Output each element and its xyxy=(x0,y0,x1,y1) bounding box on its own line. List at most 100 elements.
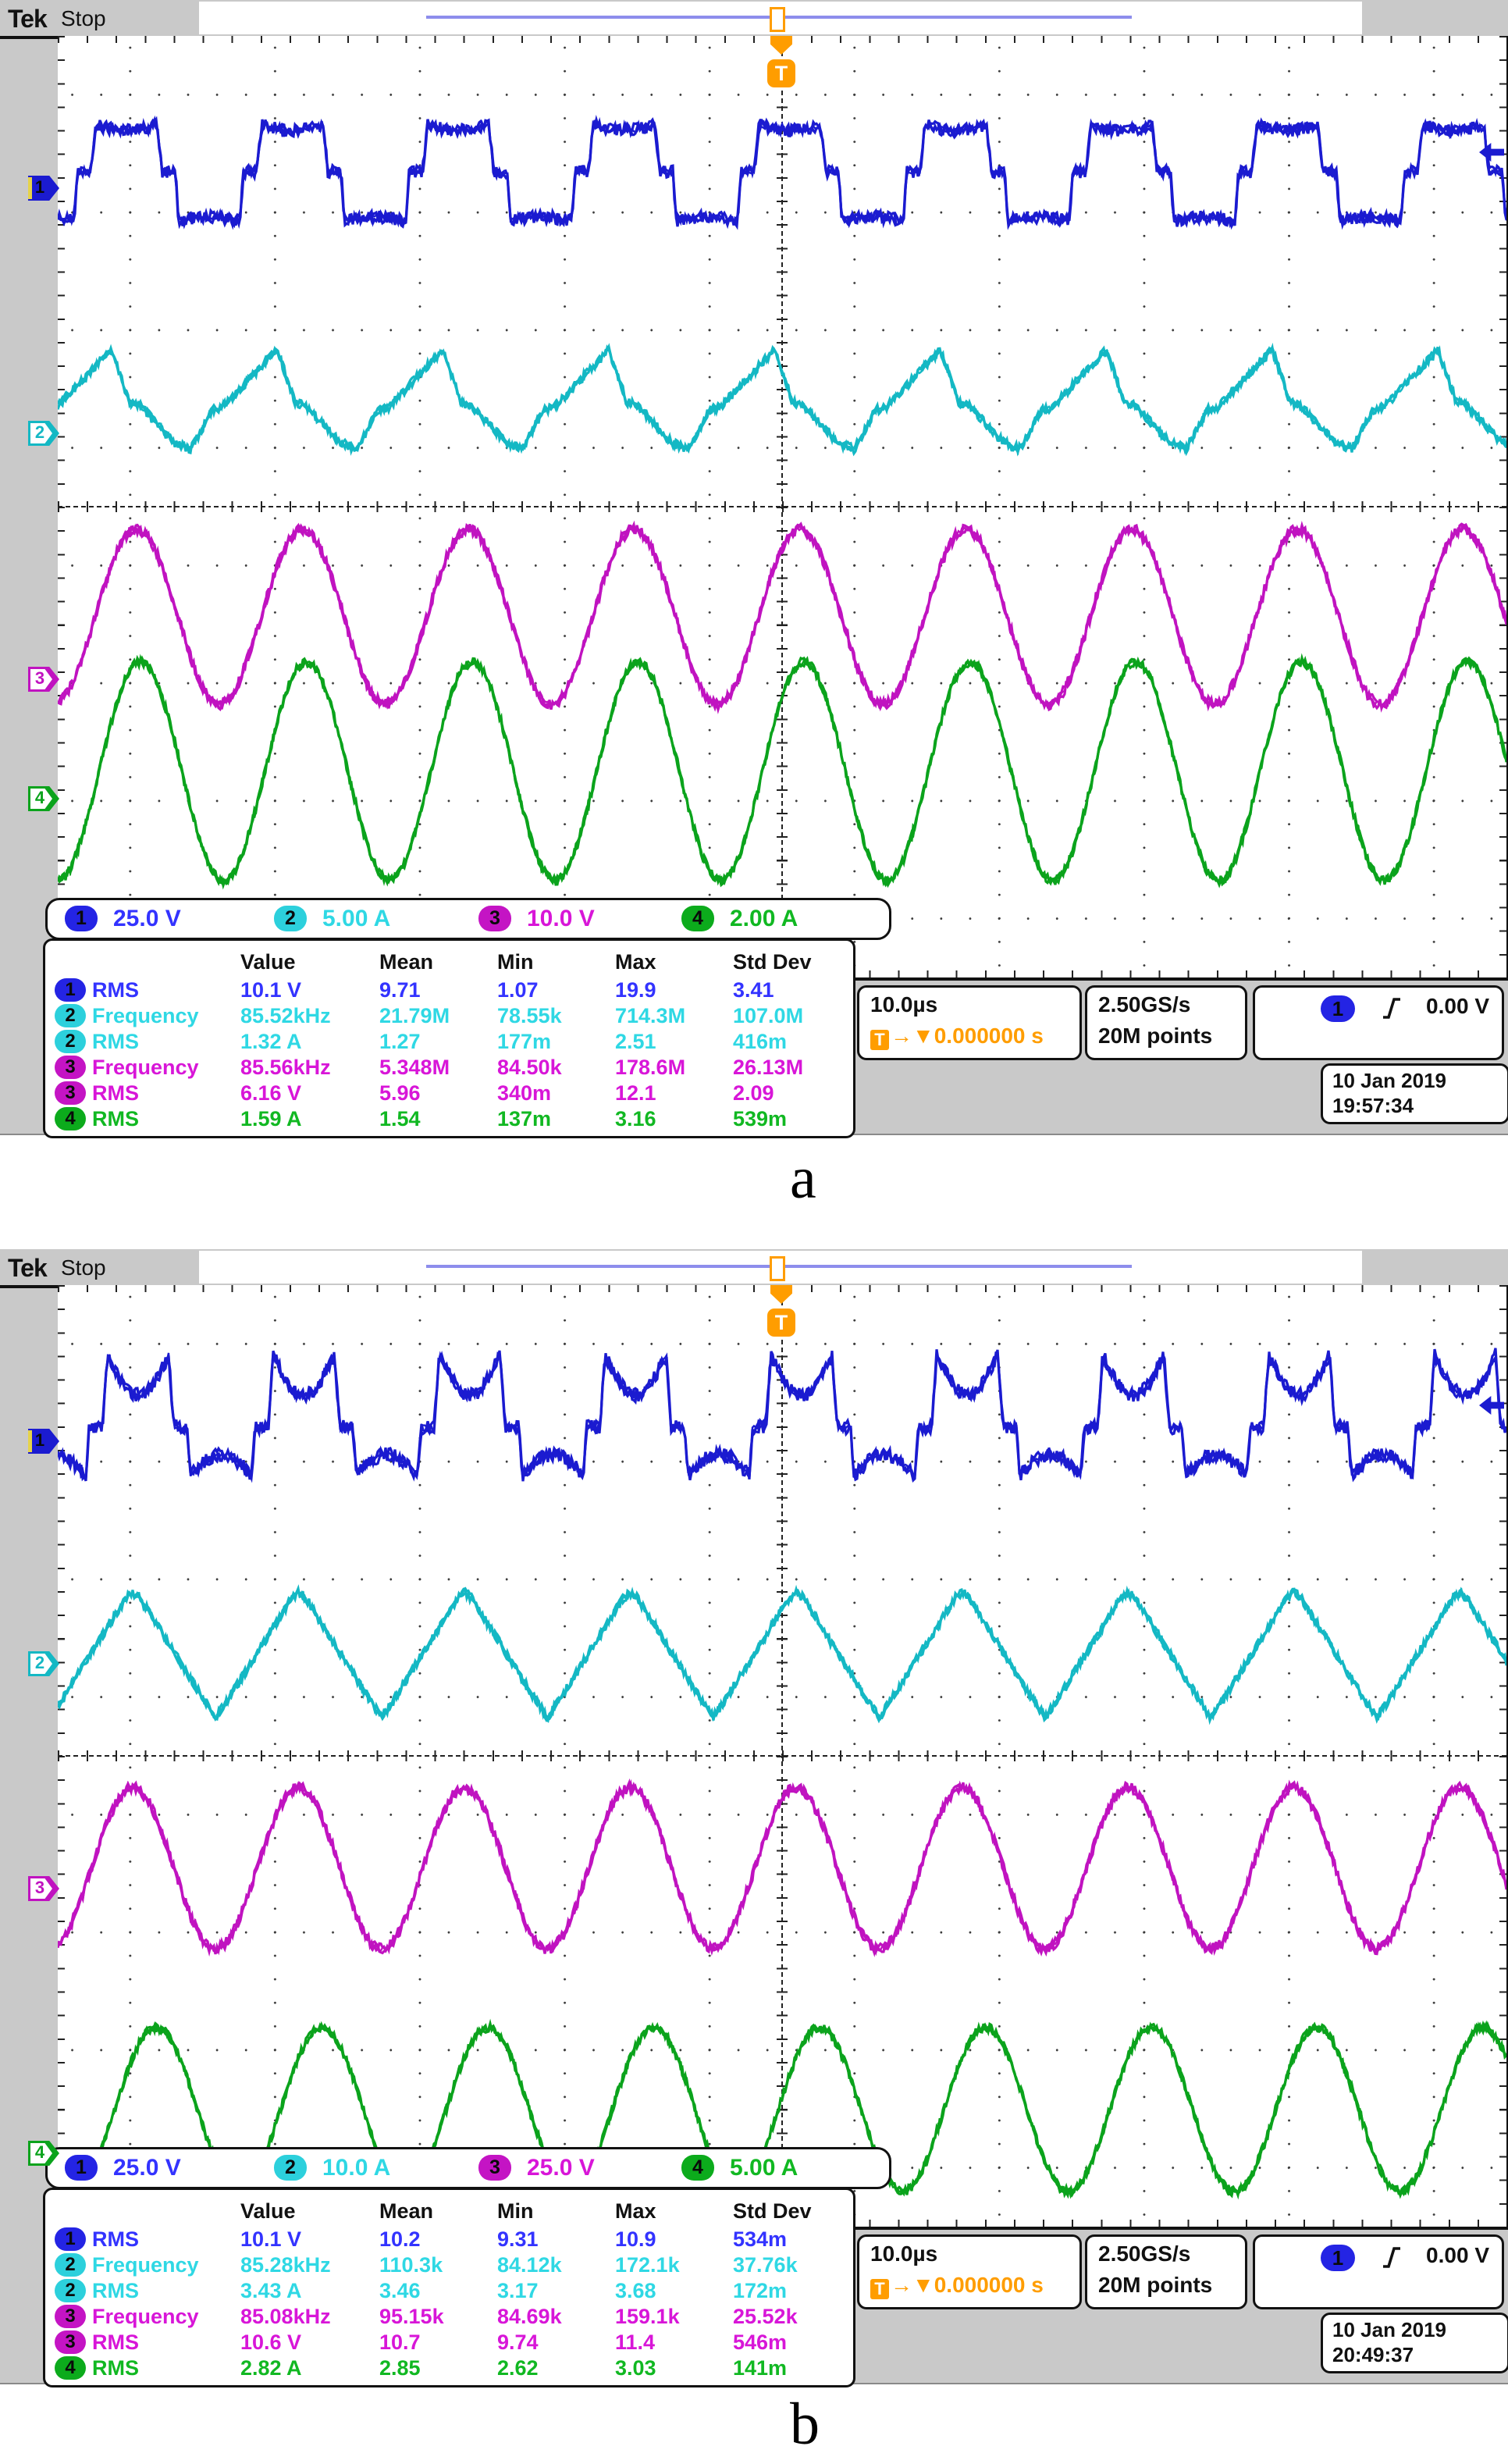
measurement-cell: 172.1k xyxy=(615,2253,680,2277)
measurement-row-channel-badge: 3 xyxy=(55,1081,86,1105)
rising-edge-icon xyxy=(1380,994,1403,1022)
measurement-row-label: RMS xyxy=(92,1030,139,1054)
measurement-cell: 3.68 xyxy=(615,2279,656,2303)
subfigure-caption-b: b xyxy=(790,2391,820,2459)
oscilloscope-screenshot-a: Tek Stop T 125.0 V25.00 A310.0 V42.00 A … xyxy=(0,0,1508,1135)
measurement-cell: 10.7 xyxy=(379,2330,421,2355)
channel-4-zero-marker: 4 xyxy=(28,2141,59,2166)
measurement-row-label: RMS xyxy=(92,2330,139,2355)
measurement-cell: 3.46 xyxy=(379,2279,421,2303)
ch1-trace xyxy=(58,1349,1506,1481)
date-text: 10 Jan 2019 xyxy=(1332,1069,1446,1093)
tpos-arrow: → xyxy=(891,1024,912,1048)
ch1-trace xyxy=(58,119,1506,226)
measurement-row-channel-badge: 2 xyxy=(55,2279,86,2302)
channel-1-zero-marker: 1 xyxy=(28,1429,59,1454)
measurement-cell: 159.1k xyxy=(615,2305,680,2329)
time-text: 20:49:37 xyxy=(1332,2343,1414,2367)
channel-2-scale-value: 10.0 A xyxy=(322,2155,390,2181)
measurement-row-label: Frequency xyxy=(92,1004,199,1028)
measurement-row-channel-badge: 1 xyxy=(55,978,86,1002)
trigger-source-badge: 1 xyxy=(1321,995,1355,1022)
trigger-t-badge: T xyxy=(767,59,795,87)
waveform-traces xyxy=(58,1285,1506,2227)
timebase-position: T→▼0.000000 s xyxy=(870,1024,1044,1050)
acquisition-status: Stop xyxy=(61,1255,106,1280)
measurement-row-label: RMS xyxy=(92,2356,139,2380)
measurement-cell: 37.76k xyxy=(733,2253,798,2277)
channel-4-scale-readout: 4 2.00 A xyxy=(681,900,877,938)
measurement-row-channel-badge: 2 xyxy=(55,2253,86,2277)
channel-3-badge: 3 xyxy=(478,2155,511,2181)
channel-1-badge: 1 xyxy=(65,2155,98,2181)
timebase-position: T→▼0.000000 s xyxy=(870,2273,1044,2299)
timebase-scale: 10.0µs xyxy=(870,2241,937,2266)
channel-scale-bar: 125.0 V210.0 A325.0 V45.00 A xyxy=(45,2147,891,2189)
time-text: 19:57:34 xyxy=(1332,1094,1414,1118)
sample-rate: 2.50GS/s xyxy=(1098,2241,1190,2266)
acquisition-box: 2.50GS/s 20M points xyxy=(1085,985,1247,1060)
tek-logo: Tek xyxy=(8,5,47,34)
waveform-traces xyxy=(58,36,1506,977)
measurement-row-channel-badge: 3 xyxy=(55,2305,86,2328)
measurement-cell: 95.15k xyxy=(379,2305,444,2329)
graticule: T xyxy=(58,1285,1508,2230)
measurement-cell: 10.2 xyxy=(379,2227,421,2252)
measurement-cell: 137m xyxy=(497,1107,551,1131)
measurement-row-channel-badge: 3 xyxy=(55,2330,86,2354)
measurement-row-label: Frequency xyxy=(92,2253,199,2277)
channel-3-scale-value: 25.0 V xyxy=(527,2155,595,2181)
measurement-cell: 2.09 xyxy=(733,1081,774,1106)
measurement-row-channel-badge: 4 xyxy=(55,1107,86,1131)
channel-scale-bar: 125.0 V25.00 A310.0 V42.00 A xyxy=(45,898,891,940)
channel-1-scale-value: 25.0 V xyxy=(113,2155,181,2181)
marker-number: 4 xyxy=(28,788,52,808)
channel-4-badge: 4 xyxy=(681,906,714,931)
acquisition-status: Stop xyxy=(61,6,106,31)
record-length: 20M points xyxy=(1098,1024,1212,1049)
scope-header: Tek Stop xyxy=(0,0,1508,39)
measurement-cell: 546m xyxy=(733,2330,787,2355)
oscilloscope-screenshot-b: Tek Stop T 125.0 V210.0 A325.0 V45.00 A … xyxy=(0,1249,1508,2384)
measurement-cell: 2.62 xyxy=(497,2356,539,2380)
measurement-cell: 3.41 xyxy=(733,978,774,1002)
measurement-cell: 714.3M xyxy=(615,1004,685,1028)
measurement-col-header: Value xyxy=(240,2199,296,2223)
trigger-pos-icon: T xyxy=(870,1030,889,1050)
measurement-cell: 178.6M xyxy=(615,1056,685,1080)
channel-2-scale-value: 5.00 A xyxy=(322,906,390,932)
trigger-t-badge: T xyxy=(767,1309,795,1337)
trigger-source-badge: 1 xyxy=(1321,2245,1355,2271)
channel-1-scale-readout: 1 25.0 V xyxy=(65,2149,260,2187)
channel-4-scale-value: 2.00 A xyxy=(730,906,798,932)
measurement-row-channel-badge: 3 xyxy=(55,1056,86,1079)
tpos-pointer: ▼ xyxy=(912,1024,934,1048)
channel-1-scale-value: 25.0 V xyxy=(113,906,181,932)
ch4-trace xyxy=(58,658,1506,885)
channel-3-badge: 3 xyxy=(478,906,511,931)
timebase-box: 10.0µs T→▼0.000000 s xyxy=(857,985,1082,1060)
marker-number: 3 xyxy=(28,1878,52,1898)
measurement-cell: 1.32 A xyxy=(240,1030,302,1054)
measurement-col-header: Std Dev xyxy=(733,2199,812,2223)
marker-number: 1 xyxy=(28,1430,52,1451)
trigger-pos-icon: T xyxy=(870,2279,889,2299)
measurement-table: ValueMeanMinMaxStd Dev1RMS10.1 V10.29.31… xyxy=(43,2188,855,2387)
measurement-cell: 26.13M xyxy=(733,1056,803,1080)
measurement-cell: 9.71 xyxy=(379,978,421,1002)
ch4-trace xyxy=(58,658,1506,885)
measurement-cell: 1.07 xyxy=(497,978,539,1002)
measurement-row-label: Frequency xyxy=(92,2305,199,2329)
measurement-cell: 85.52kHz xyxy=(240,1004,331,1028)
tpos-value: 0.000000 s xyxy=(934,2273,1044,2297)
ch1-trace xyxy=(58,1348,1506,1481)
measurement-cell: 5.96 xyxy=(379,1081,421,1106)
measurement-cell: 1.59 A xyxy=(240,1107,302,1131)
measurement-col-header: Min xyxy=(497,2199,534,2223)
ch3-trace xyxy=(58,1782,1506,1953)
trigger-box: 1 0.00 V xyxy=(1253,2234,1504,2309)
channel-1-badge: 1 xyxy=(65,906,98,931)
trigger-box: 1 0.00 V xyxy=(1253,985,1504,1060)
tpos-value: 0.000000 s xyxy=(934,1024,1044,1048)
timebase-box: 10.0µs T→▼0.000000 s xyxy=(857,2234,1082,2309)
